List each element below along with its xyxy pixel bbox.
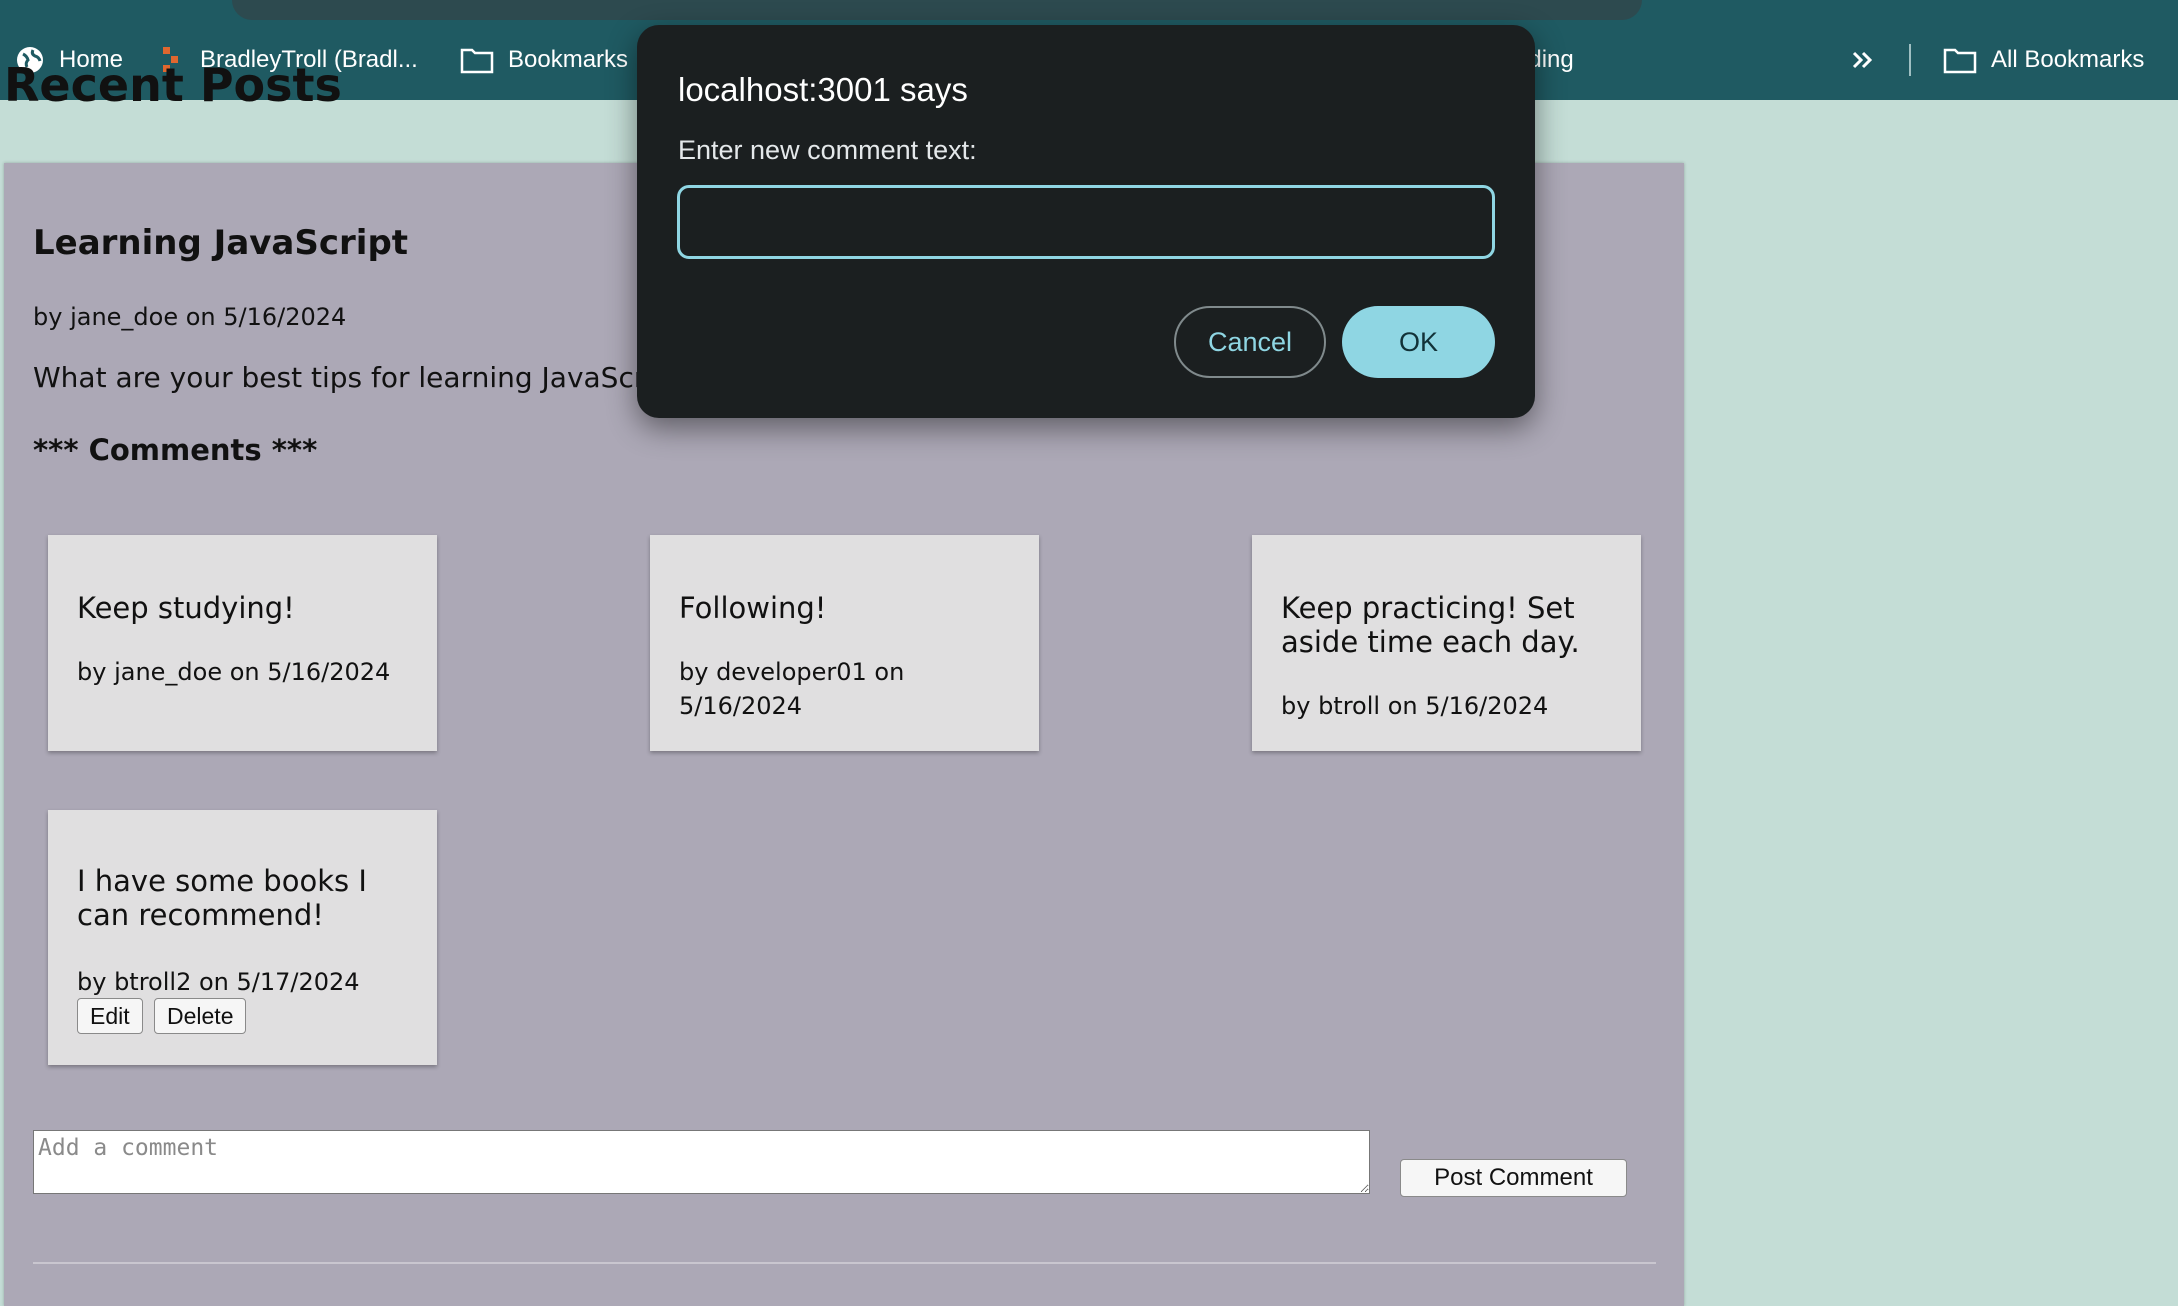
bookmark-folder-bookmarks[interactable]: Bookmarks xyxy=(460,40,628,80)
prompt-dialog: localhost:3001 says Enter new comment te… xyxy=(637,25,1535,418)
bookmarks-overflow-button[interactable] xyxy=(1850,40,1890,80)
delete-button[interactable]: Delete xyxy=(154,998,247,1034)
all-bookmarks-button[interactable]: All Bookmarks xyxy=(1943,40,2144,80)
dialog-title: localhost:3001 says xyxy=(678,71,968,108)
folder-icon xyxy=(460,48,494,74)
chevron-double-right-icon xyxy=(1852,51,1873,69)
post-body: What are your best tips for learning Jav… xyxy=(33,361,697,394)
divider xyxy=(33,1262,1656,1264)
ok-button[interactable]: OK xyxy=(1342,306,1495,378)
comment-card: Keep studying! by jane_doe on 5/16/2024 xyxy=(48,535,437,751)
comment-text: I have some books I can recommend! xyxy=(77,864,367,932)
post-meta: by jane_doe on 5/16/2024 xyxy=(33,303,347,331)
post-comment-button[interactable]: Post Comment xyxy=(1400,1159,1627,1197)
comment-text: Following! xyxy=(679,591,827,625)
comment-input[interactable] xyxy=(33,1130,1370,1194)
comment-card: I have some books I can recommend! by bt… xyxy=(48,810,437,1065)
comment-meta: by developer01 on 5/16/2024 xyxy=(679,658,905,720)
comments-heading: *** Comments *** xyxy=(33,433,318,467)
comment-card: Following! by developer01 on 5/16/2024 xyxy=(650,535,1039,751)
dialog-prompt: Enter new comment text: xyxy=(678,135,977,165)
comment-text: Keep studying! xyxy=(77,591,295,625)
page-title: Recent Posts xyxy=(4,58,342,112)
cancel-button[interactable]: Cancel xyxy=(1174,306,1326,378)
bookmarks-separator xyxy=(1909,44,1911,76)
dialog-text-input[interactable] xyxy=(677,185,1495,259)
address-bar[interactable] xyxy=(232,0,1642,20)
comment-text: Keep practicing! Set aside time each day… xyxy=(1281,591,1580,659)
comment-meta: by jane_doe on 5/16/2024 xyxy=(77,658,391,686)
post-title: Learning JavaScript xyxy=(33,223,409,263)
all-bookmarks-label: All Bookmarks xyxy=(1991,46,2145,73)
comment-meta: by btroll2 on 5/17/2024 xyxy=(77,968,360,996)
bookmark-label: Bookmarks xyxy=(508,46,629,73)
comment-card: Keep practicing! Set aside time each day… xyxy=(1252,535,1641,751)
edit-button[interactable]: Edit xyxy=(77,998,143,1034)
folder-icon xyxy=(1943,48,1977,74)
comment-meta: by btroll on 5/16/2024 xyxy=(1281,692,1549,720)
